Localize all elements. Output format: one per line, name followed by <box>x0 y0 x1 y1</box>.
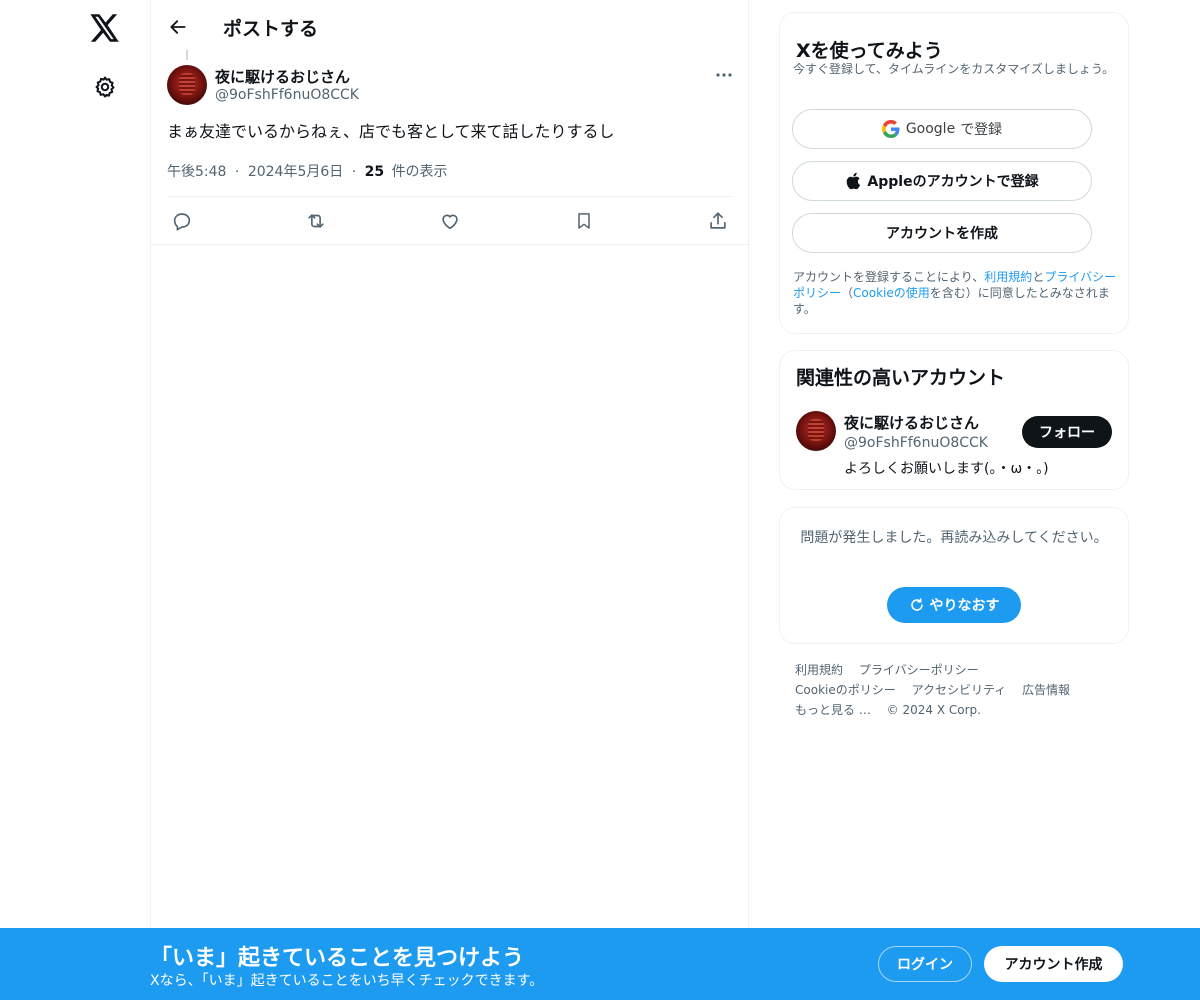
view-label: 件の表示 <box>391 164 448 180</box>
author-name[interactable]: 夜に駆けるおじさん <box>215 66 350 87</box>
post-meta-sep: · <box>351 164 357 180</box>
arrow-left-icon[interactable] <box>163 12 193 42</box>
x-logo-icon[interactable] <box>88 11 122 45</box>
footer-link[interactable]: Cookieのポリシー <box>795 683 896 697</box>
terms-link[interactable]: 利用規約 <box>984 270 1032 284</box>
apple-signup-button[interactable]: Appleのアカウントで登録 <box>792 161 1092 201</box>
avatar[interactable] <box>796 411 836 451</box>
login-button[interactable]: ログイン <box>878 946 972 982</box>
terms-text: アカウントを登録することにより、利用規約とプライバシーポリシー（Cookieの使… <box>793 269 1123 317</box>
refresh-icon <box>909 597 925 613</box>
related-account-handle[interactable]: @9oFshFf6nuO8CCK <box>844 435 988 451</box>
avatar[interactable] <box>167 65 207 105</box>
bottom-banner: 「いま」起きていることを見つけよう Xなら、「いま」起きていることをいち早くチェ… <box>0 928 1200 1000</box>
cookie-link[interactable]: Cookieの使用 <box>853 286 930 300</box>
page-header: ポストする <box>151 0 750 53</box>
post-meta-sep: · <box>234 164 240 180</box>
repost-icon[interactable] <box>301 207 331 235</box>
copyright: © 2024 X Corp. <box>886 703 981 717</box>
more-icon[interactable] <box>709 64 739 86</box>
author-handle[interactable]: @9oFshFf6nuO8CCK <box>215 87 359 103</box>
error-card: 問題が発生しました。再読み込みしてください。 やりなおす <box>779 507 1129 644</box>
retry-label: やりなおす <box>929 598 1000 614</box>
reply-icon[interactable] <box>167 207 197 235</box>
gear-icon[interactable] <box>90 72 120 102</box>
related-accounts-card: 関連性の高いアカウント 夜に駆けるおじさん @9oFshFf6nuO8CCK よ… <box>779 350 1129 490</box>
related-account-bio: よろしくお願いします(。・ω・。) <box>844 461 1049 477</box>
footer-link[interactable]: アクセシビリティ <box>912 683 1007 697</box>
retry-button[interactable]: やりなおす <box>887 587 1021 623</box>
view-count: 25 <box>364 164 385 180</box>
footer-more-link[interactable]: もっと見る … <box>795 703 871 717</box>
related-account-name[interactable]: 夜に駆けるおじさん <box>844 412 979 433</box>
terms-and: と <box>1032 270 1045 284</box>
footer-link[interactable]: 広告情報 <box>1022 683 1070 697</box>
google-signup-button[interactable]: Google で登録 <box>792 109 1092 149</box>
banner-subtitle: Xなら、「いま」起きていることをいち早くチェックできます。 <box>150 973 544 989</box>
post-meta: 午後5:48 · 2024年5月6日 · 25 件の表示 <box>167 161 448 181</box>
thread-line <box>186 50 188 60</box>
google-icon <box>881 120 900 138</box>
signup-card: Xを使ってみよう 今すぐ登録して、タイムラインをカスタマイズしましょう。 Goo… <box>779 12 1129 334</box>
create-account-button[interactable]: アカウントを作成 <box>792 213 1092 253</box>
footer-link[interactable]: プライバシーポリシー <box>859 663 979 677</box>
like-icon[interactable] <box>435 207 465 235</box>
banner-title: 「いま」起きていることを見つけよう <box>150 946 525 971</box>
follow-button[interactable]: フォロー <box>1022 416 1112 448</box>
signup-button[interactable]: アカウント作成 <box>984 946 1123 982</box>
signup-subtitle: 今すぐ登録して、タイムラインをカスタマイズしましょう。 <box>793 62 1115 76</box>
main-column: ポストする 夜に駆けるおじさん @9oFshFf6nuO8CCK まぁ友達でいる… <box>150 0 750 1000</box>
post-text: まぁ友達でいるからねぇ、店でも客として来て話したりするし <box>167 122 615 141</box>
post-time[interactable]: 午後5:48 <box>167 164 226 180</box>
share-icon[interactable] <box>703 207 733 235</box>
apple-icon <box>845 172 861 190</box>
bookmark-icon[interactable] <box>569 207 599 235</box>
page-title: ポストする <box>223 18 319 40</box>
related-title: 関連性の高いアカウント <box>796 367 1006 389</box>
footer-links: 利用規約 プライバシーポリシー Cookieのポリシー アクセシビリティ 広告情… <box>795 660 1115 720</box>
left-rail <box>0 0 150 1000</box>
footer-link[interactable]: 利用規約 <box>795 663 843 677</box>
google-word: Google <box>905 121 956 137</box>
terms-prefix: アカウントを登録することにより、 <box>793 270 985 284</box>
apple-signup-label: Appleのアカウントで登録 <box>867 174 1039 190</box>
terms-open: （ <box>841 286 854 300</box>
post-actions <box>151 197 750 244</box>
google-signup-label: で登録 <box>960 122 1003 138</box>
signup-title: Xを使ってみよう <box>796 40 943 62</box>
post-date[interactable]: 2024年5月6日 <box>248 164 343 180</box>
divider <box>151 244 750 245</box>
error-message: 問題が発生しました。再読み込みしてください。 <box>800 530 1108 546</box>
